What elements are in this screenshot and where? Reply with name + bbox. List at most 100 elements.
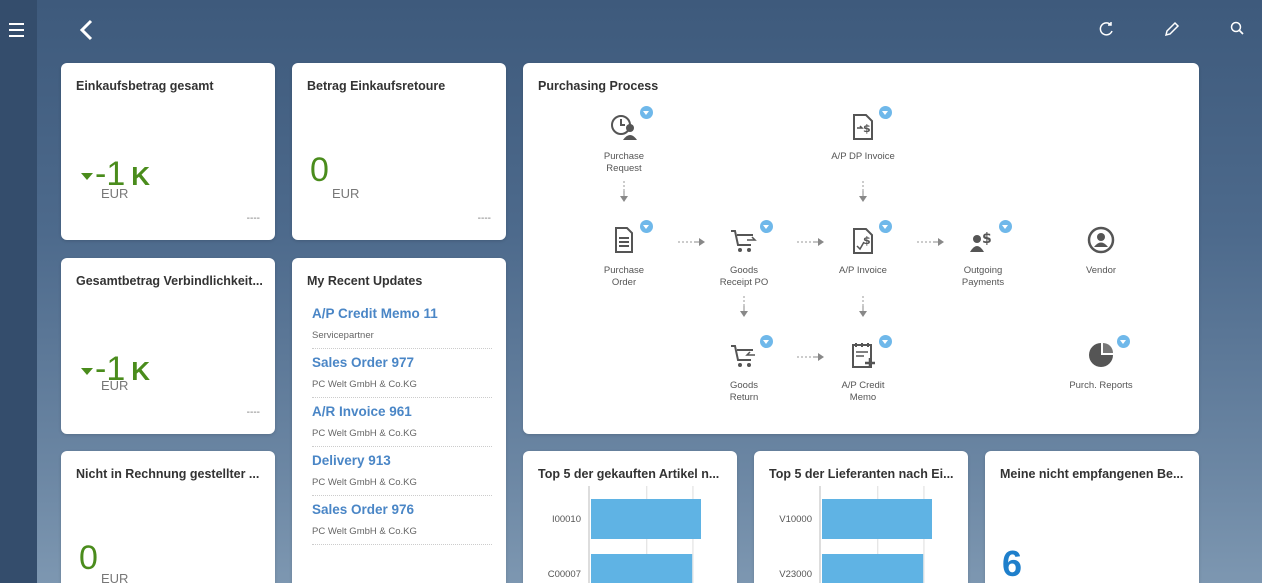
node-label: Outgoing Payments (961, 265, 1005, 288)
kpi-currency: EUR (332, 186, 360, 201)
dropdown-badge-icon[interactable] (879, 106, 892, 119)
list-item[interactable]: A/P Credit Memo 11 Servicepartner (312, 300, 492, 349)
node-purch-reports[interactable]: Purch. Reports (1056, 335, 1146, 392)
dp-invoice-icon: $ (853, 114, 873, 140)
update-title[interactable]: A/P Credit Memo 11 (312, 306, 438, 321)
tile-title: Betrag Einkaufsretoure (307, 79, 446, 93)
update-title[interactable]: Sales Order 976 (312, 502, 414, 517)
node-label: Purchase Order (603, 265, 645, 288)
tile-einkaufsbetrag[interactable]: Einkaufsbetrag gesamt -1 K EUR ---- (61, 63, 275, 240)
node-label: A/P Invoice (839, 265, 887, 276)
update-subtitle: PC Welt GmbH & Co.KG (312, 379, 417, 390)
arrow-down-icon (859, 181, 867, 202)
update-subtitle: PC Welt GmbH & Co.KG (312, 477, 417, 488)
tile-title: Nicht in Rechnung gestellter ... (76, 467, 260, 481)
bar[interactable] (822, 499, 932, 539)
kpi-value: 0 (310, 151, 329, 189)
dropdown-badge-icon[interactable] (640, 220, 653, 233)
update-title[interactable]: A/R Invoice 961 (312, 404, 412, 419)
update-subtitle: PC Welt GmbH & Co.KG (312, 526, 417, 537)
tile-nicht-empfangen[interactable]: Meine nicht empfangenen Be... 6 (985, 451, 1199, 583)
dropdown-badge-icon[interactable] (760, 335, 773, 348)
cart-return-icon (731, 345, 755, 367)
node-goods-receipt-po[interactable]: Goods Receipt PO (699, 220, 789, 289)
arrow-down-icon (859, 296, 867, 317)
node-ap-invoice[interactable]: $ A/P Invoice (818, 220, 908, 277)
node-purchase-request[interactable]: Purchase Request (579, 106, 669, 175)
list-item[interactable]: Delivery 913 PC Welt GmbH & Co.KG (312, 447, 492, 496)
trend-down-icon (81, 367, 93, 375)
kpi-value: 6 (1002, 543, 1023, 583)
pencil-icon[interactable] (1163, 20, 1181, 38)
tile-title: My Recent Updates (307, 274, 423, 288)
arrow-down-icon (740, 296, 748, 317)
kpi-currency: EUR (101, 186, 129, 201)
hamburger-icon[interactable] (9, 23, 24, 37)
bar-chart: I00010 C00007 (548, 486, 701, 583)
node-ap-credit-memo[interactable]: A/P Credit Memo (818, 335, 908, 404)
node-outgoing-payments[interactable]: $ Outgoing Payments (938, 220, 1028, 289)
node-label: A/P DP Invoice (831, 151, 895, 162)
pie-chart-icon (1089, 343, 1113, 367)
node-label: Goods Return (729, 380, 759, 403)
update-title[interactable]: Delivery 913 (312, 453, 391, 468)
update-subtitle: PC Welt GmbH & Co.KG (312, 428, 417, 439)
top-toolbar (37, 0, 1262, 60)
credit-memo-icon (852, 343, 875, 368)
node-label: Goods Receipt PO (719, 265, 769, 288)
arrow-down-icon (620, 181, 628, 202)
dropdown-badge-icon[interactable] (640, 106, 653, 119)
tile-footer: ---- (477, 213, 491, 224)
search-icon[interactable] (1229, 20, 1247, 38)
vendor-icon (1087, 226, 1115, 254)
list-item[interactable]: Sales Order 976 PC Welt GmbH & Co.KG (312, 496, 492, 545)
tick-label: V10000 (779, 514, 812, 525)
tile-title: Purchasing Process (538, 79, 659, 93)
tick-label: C00007 (548, 569, 581, 580)
cart-in-icon (731, 230, 757, 252)
refresh-icon[interactable] (1097, 20, 1115, 38)
payments-icon: $ (970, 231, 992, 252)
chevron-left-icon[interactable] (77, 18, 97, 42)
node-label: Purch. Reports (1069, 380, 1133, 391)
tile-title: Meine nicht empfangenen Be... (1000, 467, 1184, 481)
bar-chart: V10000 V23000 (779, 486, 932, 583)
kpi-currency: EUR (101, 378, 129, 393)
invoice-icon: $ (853, 228, 873, 254)
dropdown-badge-icon[interactable] (1117, 335, 1130, 348)
svg-text:$: $ (982, 231, 992, 247)
dropdown-badge-icon[interactable] (760, 220, 773, 233)
node-label: Purchase Request (603, 151, 645, 174)
svg-text:$: $ (863, 122, 871, 135)
node-vendor[interactable]: Vendor (1056, 225, 1146, 277)
clock-person-icon (611, 115, 637, 140)
node-ap-dp-invoice[interactable]: $ A/P DP Invoice (818, 106, 908, 163)
node-goods-return[interactable]: Goods Return (699, 335, 789, 404)
tile-nicht-in-rechnung[interactable]: Nicht in Rechnung gestellter ... 0 EUR (61, 451, 275, 583)
bar[interactable] (591, 499, 701, 539)
dropdown-badge-icon[interactable] (999, 220, 1012, 233)
node-purchase-order[interactable]: Purchase Order (579, 220, 669, 289)
update-title[interactable]: Sales Order 977 (312, 355, 414, 370)
bar[interactable] (822, 554, 924, 583)
kpi-currency: EUR (101, 571, 129, 583)
dropdown-badge-icon[interactable] (879, 335, 892, 348)
dropdown-badge-icon[interactable] (879, 220, 892, 233)
list-item[interactable]: A/R Invoice 961 PC Welt GmbH & Co.KG (312, 398, 492, 447)
tile-top5-artikel[interactable]: Top 5 der gekauften Artikel n... I00010 C… (523, 451, 737, 583)
tile-verbindlichkeit[interactable]: Gesamtbetrag Verbindlichkeit... -1 K EUR … (61, 258, 275, 434)
update-subtitle: Servicepartner (312, 330, 374, 341)
tile-top5-lieferanten[interactable]: Top 5 der Lieferanten nach Ei... V10000 V… (754, 451, 968, 583)
list-item[interactable]: Sales Order 977 PC Welt GmbH & Co.KG (312, 349, 492, 398)
tick-label: V23000 (779, 569, 812, 580)
bar[interactable] (591, 554, 693, 583)
kpi-value: 0 (79, 539, 98, 577)
svg-text:$: $ (863, 234, 871, 247)
tile-einkaufsretoure[interactable]: Betrag Einkaufsretoure 0 EUR ---- (292, 63, 506, 240)
left-navbar (0, 0, 37, 583)
node-label: Vendor (1085, 265, 1117, 276)
tile-purchasing-process: Purchasing Process Purchase Request $ A/… (523, 63, 1199, 434)
document-icon (615, 227, 633, 253)
tile-recent-updates: My Recent Updates A/P Credit Memo 11 Ser… (292, 258, 506, 583)
node-label: A/P Credit Memo (841, 380, 885, 403)
